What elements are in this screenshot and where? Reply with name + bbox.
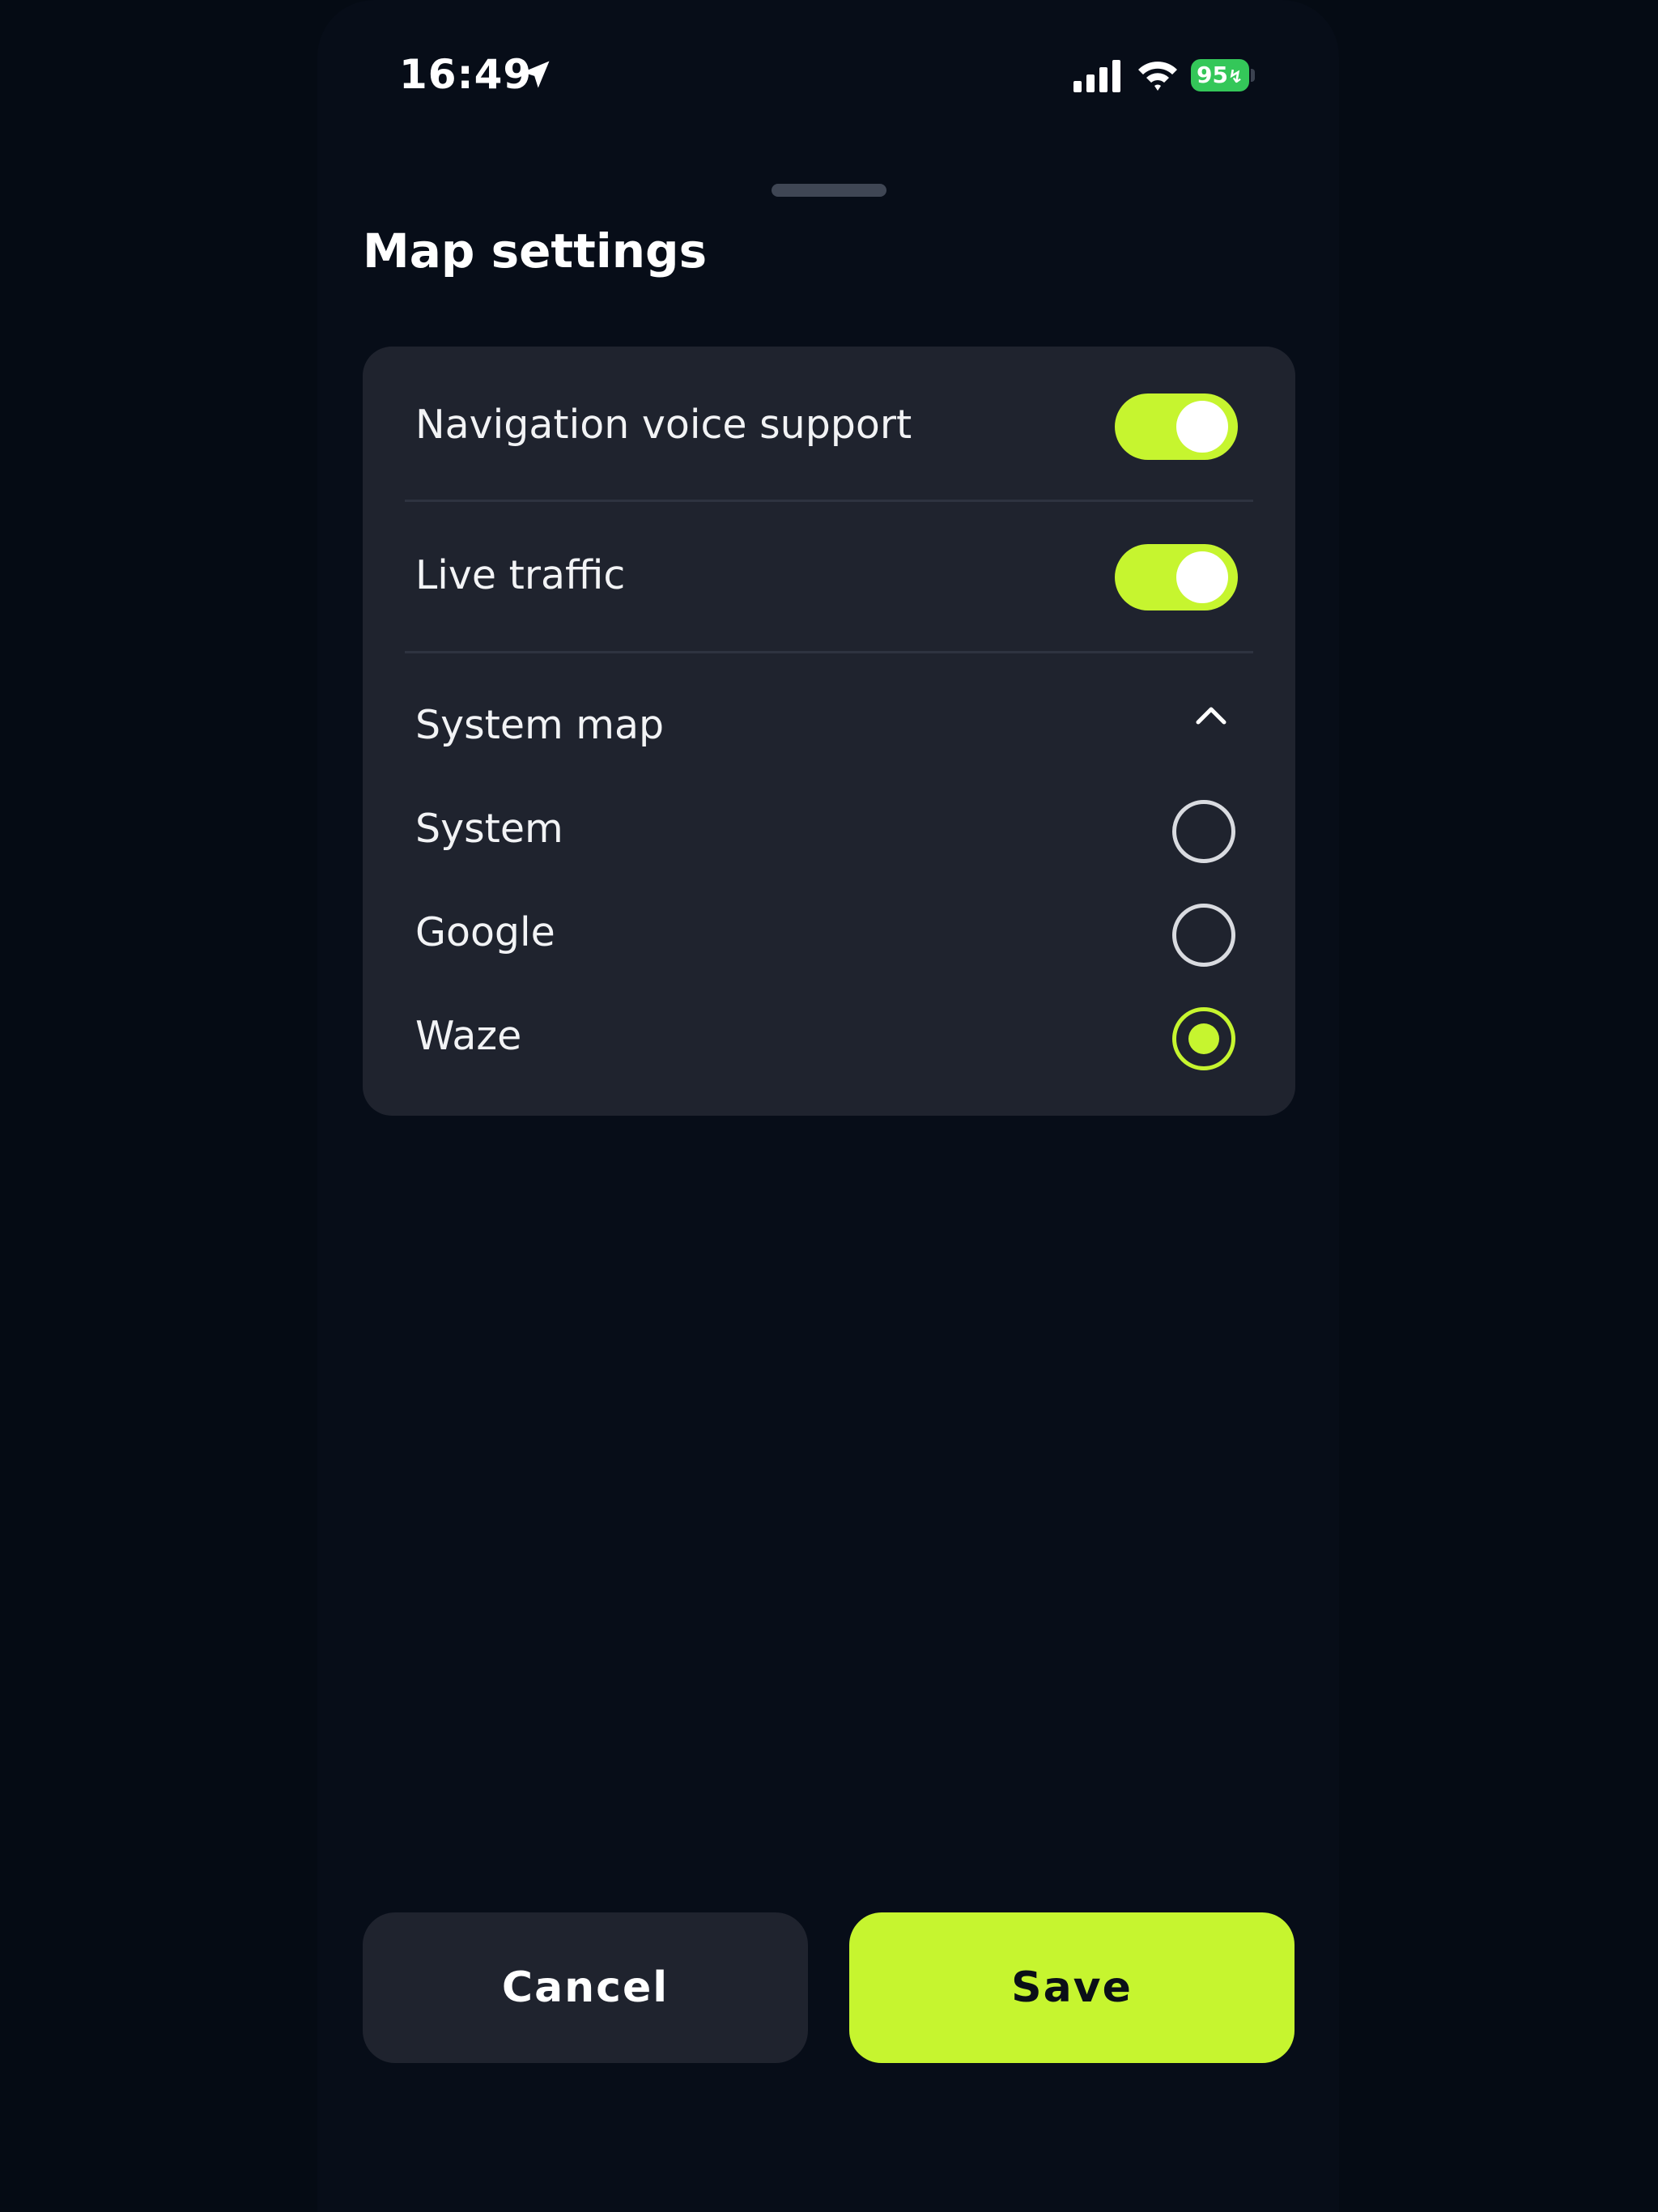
- option-waze-label: Waze: [415, 1013, 522, 1059]
- save-button[interactable]: Save: [849, 1912, 1295, 2063]
- cellular-signal-icon: [1073, 60, 1120, 92]
- wifi-icon: [1138, 62, 1177, 91]
- bottom-sheet: 16:49 95↯ Map settings Navigation voice …: [317, 0, 1339, 2212]
- divider: [405, 500, 1253, 502]
- location-arrow-icon: [522, 61, 550, 88]
- navigation-voice-toggle[interactable]: [1115, 393, 1238, 460]
- battery-cap: [1251, 69, 1255, 82]
- live-traffic-label: Live traffic: [415, 552, 626, 598]
- option-system-radio[interactable]: [1172, 800, 1235, 863]
- option-waze-radio[interactable]: [1172, 1007, 1235, 1070]
- toggle-knob: [1176, 401, 1228, 453]
- sheet-grabber-handle[interactable]: [772, 184, 886, 197]
- cancel-button[interactable]: Cancel: [363, 1912, 808, 2063]
- radio-selected-dot: [1188, 1023, 1219, 1054]
- charging-bolt-icon: ↯: [1227, 67, 1244, 87]
- system-map-label[interactable]: System map: [415, 697, 664, 754]
- option-google-label: Google: [415, 909, 555, 955]
- status-time: 16:49: [399, 51, 533, 98]
- settings-card: Navigation voice support Live traffic Sy…: [363, 347, 1295, 1116]
- battery-level: 95: [1197, 62, 1228, 88]
- battery-indicator: 95↯: [1191, 59, 1249, 91]
- option-google-radio[interactable]: [1172, 904, 1235, 967]
- live-traffic-toggle[interactable]: [1115, 544, 1238, 610]
- chevron-up-icon[interactable]: [1192, 700, 1231, 729]
- navigation-voice-label: Navigation voice support: [415, 402, 912, 448]
- page-title: Map settings: [363, 223, 708, 279]
- toggle-knob: [1176, 551, 1228, 603]
- divider: [405, 651, 1253, 653]
- option-system-label: System: [415, 806, 563, 852]
